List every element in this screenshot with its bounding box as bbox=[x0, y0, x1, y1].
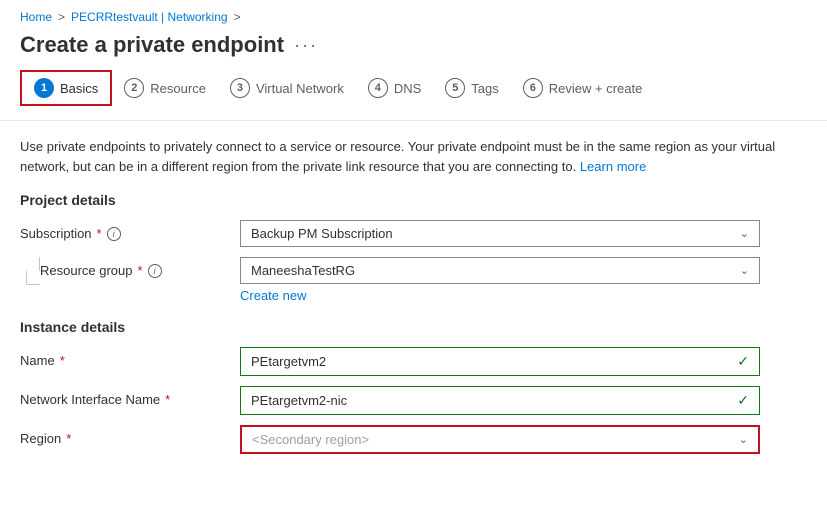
page-title: Create a private endpoint bbox=[20, 32, 284, 58]
step-circle-resource: 2 bbox=[124, 78, 144, 98]
resource-group-chevron-icon: ⌄ bbox=[740, 264, 749, 277]
tab-tags-label: Tags bbox=[471, 81, 498, 96]
subscription-info-icon[interactable]: i bbox=[107, 227, 121, 241]
project-details-section: Project details Subscription * i Backup … bbox=[20, 192, 807, 303]
step-circle-dns: 4 bbox=[368, 78, 388, 98]
tab-basics-label: Basics bbox=[60, 81, 98, 96]
description-text: Use private endpoints to privately conne… bbox=[20, 137, 780, 176]
nic-label: Network Interface Name * bbox=[20, 392, 240, 407]
subscription-dropdown[interactable]: Backup PM Subscription ⌄ bbox=[240, 220, 760, 247]
name-control: PEtargetvm2 ✓ bbox=[240, 347, 760, 376]
tab-virtual-network[interactable]: 3 Virtual Network bbox=[218, 72, 356, 104]
name-dropdown[interactable]: PEtargetvm2 ✓ bbox=[240, 347, 760, 376]
nic-label-col: Network Interface Name * bbox=[20, 386, 240, 407]
step-circle-tags: 5 bbox=[445, 78, 465, 98]
tab-review-create[interactable]: 6 Review + create bbox=[511, 72, 655, 104]
project-details-title: Project details bbox=[20, 192, 807, 208]
create-new-link[interactable]: Create new bbox=[240, 288, 760, 303]
name-check-icon: ✓ bbox=[737, 353, 749, 370]
region-label: Region * bbox=[20, 431, 240, 446]
subscription-label-col: Subscription * i bbox=[20, 220, 240, 241]
nic-row: Network Interface Name * PEtargetvm2-nic… bbox=[20, 386, 807, 415]
step-circle-basics: 1 bbox=[34, 78, 54, 98]
subscription-chevron-icon: ⌄ bbox=[740, 227, 749, 240]
step-circle-review: 6 bbox=[523, 78, 543, 98]
region-label-col: Region * bbox=[20, 425, 240, 446]
page-title-dots[interactable]: ··· bbox=[294, 35, 318, 56]
steps-bar: 1 Basics 2 Resource 3 Virtual Network 4 … bbox=[0, 70, 827, 121]
instance-details-section: Instance details Name * PEtargetvm2 ✓ Ne… bbox=[20, 319, 807, 454]
name-label-col: Name * bbox=[20, 347, 240, 368]
region-control: <Secondary region> ⌄ bbox=[240, 425, 760, 454]
tab-dns-label: DNS bbox=[394, 81, 421, 96]
resource-group-row: Resource group * i ManeeshaTestRG ⌄ Crea… bbox=[20, 257, 807, 303]
region-row: Region * <Secondary region> ⌄ bbox=[20, 425, 807, 454]
breadcrumb-home[interactable]: Home bbox=[20, 10, 52, 24]
breadcrumb-vault[interactable]: PECRRtestvault | Networking bbox=[71, 10, 228, 24]
tab-dns[interactable]: 4 DNS bbox=[356, 72, 433, 104]
nic-control: PEtargetvm2-nic ✓ bbox=[240, 386, 760, 415]
region-placeholder: <Secondary region> bbox=[252, 432, 369, 447]
region-chevron-icon: ⌄ bbox=[739, 433, 748, 446]
tab-review-create-label: Review + create bbox=[549, 81, 643, 96]
content-area: Use private endpoints to privately conne… bbox=[0, 121, 827, 480]
name-row: Name * PEtargetvm2 ✓ bbox=[20, 347, 807, 376]
subscription-control: Backup PM Subscription ⌄ bbox=[240, 220, 760, 247]
resource-group-required: * bbox=[138, 263, 143, 278]
step-circle-vnet: 3 bbox=[230, 78, 250, 98]
tab-resource-label: Resource bbox=[150, 81, 206, 96]
page-title-row: Create a private endpoint ··· bbox=[0, 30, 827, 70]
breadcrumb: Home > PECRRtestvault | Networking > bbox=[0, 0, 827, 30]
region-dropdown[interactable]: <Secondary region> ⌄ bbox=[240, 425, 760, 454]
subscription-label: Subscription * i bbox=[20, 226, 240, 241]
tab-virtual-network-label: Virtual Network bbox=[256, 81, 344, 96]
breadcrumb-sep2: > bbox=[234, 10, 241, 24]
name-required: * bbox=[60, 353, 65, 368]
subscription-required: * bbox=[97, 226, 102, 241]
resource-group-label: Resource group * i bbox=[40, 263, 240, 278]
learn-more-link[interactable]: Learn more bbox=[580, 159, 646, 174]
name-label: Name * bbox=[20, 353, 240, 368]
resource-group-info-icon[interactable]: i bbox=[148, 264, 162, 278]
tab-resource[interactable]: 2 Resource bbox=[112, 72, 218, 104]
instance-details-title: Instance details bbox=[20, 319, 807, 335]
subscription-row: Subscription * i Backup PM Subscription … bbox=[20, 220, 807, 247]
tab-basics[interactable]: 1 Basics bbox=[20, 70, 112, 106]
tab-tags[interactable]: 5 Tags bbox=[433, 72, 510, 104]
resource-group-label-col: Resource group * i bbox=[40, 257, 240, 278]
nic-dropdown[interactable]: PEtargetvm2-nic ✓ bbox=[240, 386, 760, 415]
nic-check-icon: ✓ bbox=[737, 392, 749, 409]
resource-group-dropdown[interactable]: ManeeshaTestRG ⌄ bbox=[240, 257, 760, 284]
resource-group-control: ManeeshaTestRG ⌄ Create new bbox=[240, 257, 760, 303]
breadcrumb-sep1: > bbox=[58, 10, 65, 24]
region-required: * bbox=[66, 431, 71, 446]
nic-required: * bbox=[165, 392, 170, 407]
